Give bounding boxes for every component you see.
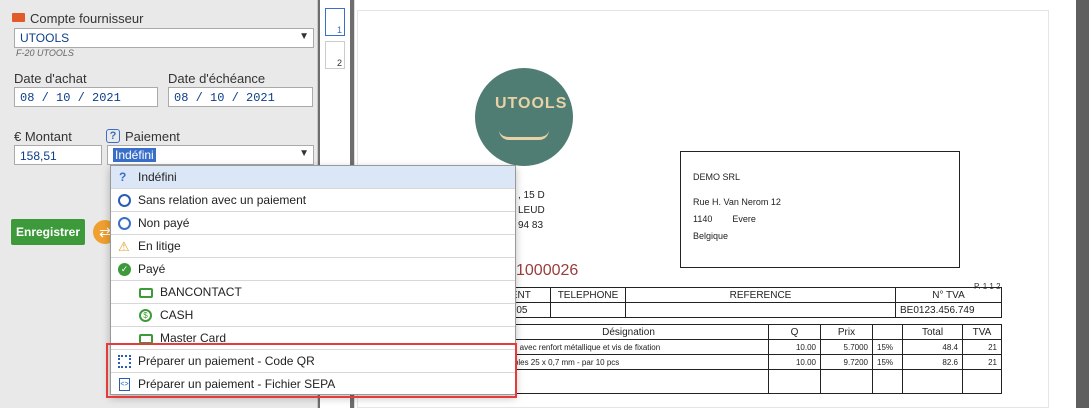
supplier-value: UTOOLS	[20, 31, 70, 45]
recipient-street: Rue H. Van Nerom 12	[693, 197, 781, 208]
sender-address-line: 94 83	[518, 220, 544, 231]
table-row	[488, 369, 1002, 394]
dollar-circle-icon: $	[139, 309, 152, 322]
recipient-postcode: 1140	[693, 214, 713, 225]
invoice-info-table: IENT TELEPHONE REFERENCE N° TVA 05B705 B…	[488, 287, 1002, 318]
option-paid[interactable]: ✓ Payé	[111, 258, 515, 281]
help-icon[interactable]: ?	[106, 129, 120, 143]
line-quantity: 10.00	[768, 339, 821, 355]
utools-logo: UTOOLS	[475, 68, 573, 166]
line-vat-rate: 15%	[872, 339, 903, 355]
alarm-clock-icon	[118, 217, 131, 230]
purchase-date-input[interactable]: 08 / 10 / 2021	[14, 87, 158, 107]
payment-select[interactable]: Indéfini ▼	[107, 145, 314, 165]
option-label: Sans relation avec un paiement	[138, 193, 307, 207]
amount-label: € Montant	[14, 129, 72, 144]
invoice-number: 1000026	[516, 262, 579, 279]
line-vat: 21	[962, 354, 1002, 370]
line-price: 5.7000	[820, 339, 873, 355]
option-cash[interactable]: $ CASH	[111, 304, 515, 327]
tools-icon	[499, 120, 549, 140]
purchase-date-label: Date d'achat	[14, 71, 87, 86]
line-price: 9.7200	[820, 354, 873, 370]
supplier-select[interactable]: UTOOLS ▼	[14, 28, 314, 48]
payment-value: Indéfini	[113, 148, 156, 162]
lines-header	[872, 324, 903, 340]
sender-address-line: LEUD	[518, 205, 545, 216]
invoice-lines-table: Désignation Q Prix Total TVA 25 mm avec …	[488, 324, 1002, 394]
info-header: REFERENCE	[625, 287, 896, 303]
supplier-label: Compte fournisseur	[30, 11, 144, 26]
recipient-city: Evere	[732, 214, 756, 225]
sender-address-line: , 15 D	[518, 190, 545, 201]
chevron-down-icon: ▼	[299, 148, 309, 159]
page-thumbnail[interactable]: 2	[325, 41, 345, 69]
info-header: N° TVA	[895, 287, 1002, 303]
due-date-input[interactable]: 08 / 10 / 2021	[168, 87, 313, 107]
payment-label: Paiement	[125, 129, 180, 144]
option-label: Payé	[138, 262, 166, 276]
recipient-name: DEMO SRL	[693, 172, 741, 182]
highlight-box	[106, 343, 517, 398]
page-thumbnail[interactable]: 1	[325, 8, 345, 36]
recipient-country: Belgique	[693, 231, 729, 242]
info-value	[625, 302, 896, 318]
chevron-down-icon: ▼	[299, 31, 309, 42]
option-label: Indéfini	[138, 170, 177, 184]
line-description: cassables 25 x 0,7 mm - par 10 pcs	[488, 354, 769, 370]
option-label: Non payé	[138, 216, 190, 230]
prohibited-icon	[118, 194, 131, 207]
amount-input[interactable]: 158,51	[14, 145, 102, 165]
save-button[interactable]: Enregistrer	[11, 219, 85, 245]
table-row: 25 mm avec renfort métallique et vis de …	[488, 339, 1002, 355]
due-date-label: Date d'échéance	[168, 71, 266, 86]
lines-header: Total	[902, 324, 963, 340]
option-no-payment-relation[interactable]: Sans relation avec un paiement	[111, 189, 515, 212]
option-bancontact[interactable]: BANCONTACT	[111, 281, 515, 304]
option-label: CASH	[160, 308, 194, 322]
logo-text: UTOOLS	[495, 95, 568, 112]
lines-header: Désignation	[488, 324, 769, 340]
warning-icon: ⚠	[118, 239, 130, 254]
option-label: En litige	[138, 239, 181, 253]
check-circle-icon: ✓	[118, 263, 131, 276]
question-icon: ?	[119, 170, 127, 184]
recipient-address-box: DEMO SRL Rue H. Van Nerom 12 1140 Evere …	[680, 151, 960, 268]
info-value	[550, 302, 626, 318]
card-icon	[139, 288, 153, 298]
line-vat-rate: 15%	[872, 354, 903, 370]
option-disputed[interactable]: ⚠ En litige	[111, 235, 515, 258]
line-vat: 21	[962, 339, 1002, 355]
lines-header: Q	[768, 324, 821, 340]
option-undefined[interactable]: ? Indéfini	[111, 166, 515, 189]
line-total: 82.6	[902, 354, 963, 370]
line-quantity: 10.00	[768, 354, 821, 370]
lines-header: Prix	[820, 324, 873, 340]
scrollbar[interactable]	[1076, 0, 1089, 408]
table-row: cassables 25 x 0,7 mm - par 10 pcs 10.00…	[488, 354, 1002, 370]
truck-icon	[12, 13, 25, 22]
option-unpaid[interactable]: Non payé	[111, 212, 515, 235]
supplier-code: F-20 UTOOLS	[16, 48, 74, 58]
info-header: TELEPHONE	[550, 287, 626, 303]
line-total: 48.4	[902, 339, 963, 355]
info-value: BE0123.456.749	[895, 302, 1002, 318]
line-description: 25 mm avec renfort métallique et vis de …	[488, 339, 769, 355]
lines-header: TVA	[962, 324, 1002, 340]
option-label: BANCONTACT	[160, 285, 242, 299]
